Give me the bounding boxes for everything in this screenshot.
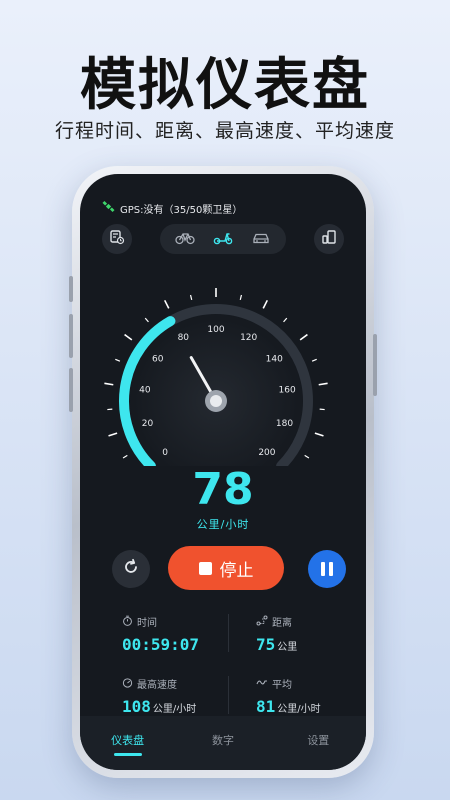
stopwatch-icon [122, 615, 133, 629]
gauge-tick-label: 160 [279, 386, 296, 396]
tab-settings[interactable]: 设置 [278, 732, 358, 748]
stat-avg-speed-unit: 公里/小时 [277, 704, 321, 715]
stop-button[interactable]: 停止 [168, 546, 284, 590]
refresh-icon [122, 558, 140, 580]
gauge-tick [189, 294, 193, 301]
phone-frame: GPS:没有（35/50颗卫星） 0 20 40 60 80 100 120 1… [69, 166, 377, 778]
reset-button[interactable] [112, 550, 150, 588]
tab-dashboard[interactable]: 仪表盘 [88, 732, 168, 756]
stat-time-label: 时间 [137, 618, 157, 629]
phone-button [373, 334, 377, 396]
gauge-tick [304, 454, 310, 459]
gauge-tick [163, 299, 170, 309]
stat-max-speed: 最高速度 108 公里/小时 [122, 676, 196, 716]
stat-distance-label: 距离 [272, 618, 292, 629]
gauge-tick-label: 140 [266, 355, 283, 365]
stat-distance-value: 75 [256, 635, 276, 654]
gauge-tick-label: 100 [207, 325, 224, 335]
hero-subtitle: 行程时间、距离、最高速度、平均速度 [54, 120, 395, 142]
current-speed: 78 [192, 464, 254, 515]
app-screen: GPS:没有（35/50颗卫星） 0 20 40 60 80 100 120 1… [80, 174, 366, 770]
speedometer-gauge: 0 20 40 60 80 100 120 140 160 180 200 [104, 288, 328, 466]
stat-avg-speed-value: 81 [256, 697, 276, 716]
stat-divider [228, 676, 229, 714]
vehicle-mode-selector [160, 224, 286, 254]
car-icon [251, 230, 271, 249]
mode-bicycle[interactable] [169, 228, 201, 250]
gps-status: GPS:没有（35/50颗卫星） [102, 200, 242, 216]
gauge-tick-label: 200 [258, 448, 275, 458]
screen-mode-icon [321, 229, 337, 249]
speed-unit: 公里/小时 [196, 518, 250, 531]
bicycle-icon [175, 230, 195, 249]
bottom-tab-bar: 仪表盘 数字 设置 [80, 716, 366, 770]
pause-button[interactable] [308, 550, 346, 588]
stop-button-label: 停止 [219, 560, 254, 581]
gauge-tick [124, 333, 133, 341]
stat-max-speed-label: 最高速度 [137, 680, 177, 691]
satellite-icon [102, 200, 115, 216]
stat-max-speed-value: 108 [122, 697, 151, 716]
tab-digital[interactable]: 数字 [183, 732, 263, 748]
gauge-tick-label: 0 [162, 448, 168, 458]
stat-avg-speed: 平均 81 公里/小时 [256, 676, 321, 716]
trip-log-button[interactable] [102, 224, 132, 254]
gauge-tick-label: 180 [276, 419, 293, 429]
gauge-tick-label: 80 [178, 333, 190, 343]
screen-mode-button[interactable] [314, 224, 344, 254]
wave-icon [256, 678, 268, 690]
stat-max-speed-unit: 公里/小时 [152, 704, 197, 715]
gauge-tick [239, 294, 243, 301]
stat-distance-unit: 公里 [277, 642, 298, 653]
gauge-hub-cap [210, 395, 222, 407]
stat-time-value: 00:59:07 [122, 635, 200, 654]
gauge-tick [108, 432, 118, 437]
gps-status-text: GPS:没有（35/50颗卫星） [120, 204, 243, 216]
gauge-tick [122, 454, 128, 459]
route-icon [256, 615, 268, 629]
pause-icon [329, 562, 333, 576]
stat-time: 时间 00:59:07 [122, 614, 199, 654]
pause-icon [321, 562, 325, 576]
gauge-tick [115, 358, 121, 362]
gauge-tick [299, 333, 308, 341]
phone-button [69, 276, 73, 302]
trip-log-icon [109, 229, 125, 249]
gauge-tick-label: 120 [240, 333, 257, 343]
stat-avg-speed-label: 平均 [272, 680, 292, 691]
hero-title: 模拟仪表盘 [80, 53, 370, 118]
stat-divider [228, 614, 229, 652]
gauge-tick-label: 20 [142, 419, 154, 429]
phone-button [69, 314, 73, 358]
gauge-tick [144, 317, 149, 323]
gauge-tick-label: 40 [139, 386, 151, 396]
mode-car[interactable] [245, 228, 277, 250]
gauge-tick [262, 299, 269, 309]
scooter-icon [213, 230, 233, 249]
gauge-tick-label: 60 [152, 355, 164, 365]
phone-button [69, 368, 73, 412]
gauge-tick [318, 382, 328, 386]
speedometer-icon [122, 677, 133, 691]
gauge-tick [104, 382, 114, 386]
gauge-tick [283, 317, 288, 323]
stat-distance: 距离 75 公里 [256, 614, 297, 654]
stop-icon [198, 561, 212, 575]
gauge-tick [314, 432, 324, 437]
gauge-tick [311, 358, 317, 362]
mode-scooter[interactable] [207, 228, 239, 250]
